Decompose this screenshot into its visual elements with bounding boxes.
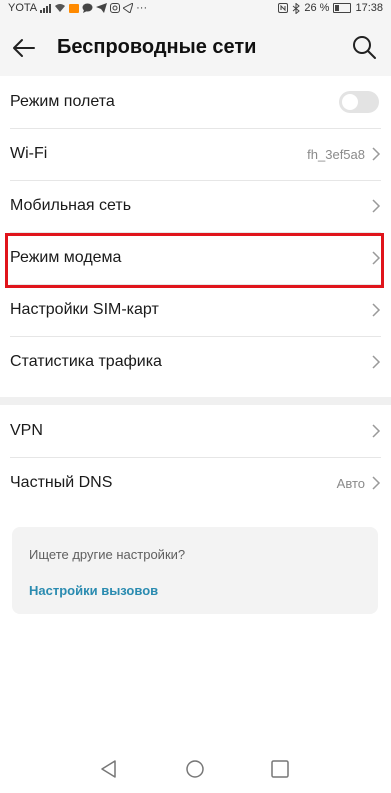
chat-icon xyxy=(82,3,93,13)
sim-settings-label: Настройки SIM-карт xyxy=(10,301,159,318)
settings-group-privacy: VPN Частный DNS Авто xyxy=(0,405,391,509)
traffic-stats-row[interactable]: Статистика трафика xyxy=(10,336,381,388)
vpn-label: VPN xyxy=(10,422,43,439)
chevron-right-icon xyxy=(372,424,381,438)
settings-group-network: Режим полета Wi-Fi fh_3ef5a8 Мобильная с… xyxy=(0,76,391,388)
more-notifications-icon: ··· xyxy=(136,2,148,14)
mobile-network-row[interactable]: Мобильная сеть xyxy=(10,180,381,232)
back-triangle-icon[interactable] xyxy=(98,758,120,780)
instagram-icon xyxy=(110,3,121,13)
mail-icon xyxy=(69,3,80,13)
sim-settings-row[interactable]: Настройки SIM-карт xyxy=(10,284,381,336)
chevron-right-icon xyxy=(372,303,381,317)
vpn-row[interactable]: VPN xyxy=(10,405,381,457)
app-header: Беспроводные сети xyxy=(0,18,391,76)
telegram-icon xyxy=(96,3,108,13)
arrow-left-icon[interactable] xyxy=(10,34,38,62)
search-icon[interactable] xyxy=(351,34,377,60)
recents-square-icon[interactable] xyxy=(269,758,291,780)
chevron-right-icon xyxy=(372,147,381,161)
page-title: Беспроводные сети xyxy=(57,36,257,58)
airplane-mode-toggle[interactable] xyxy=(339,91,379,113)
navigation-bar xyxy=(0,743,391,793)
chevron-right-icon xyxy=(372,199,381,213)
send-icon xyxy=(123,3,134,13)
bluetooth-icon xyxy=(293,2,301,14)
private-dns-row[interactable]: Частный DNS Авто xyxy=(10,457,381,509)
signal-icon xyxy=(40,3,52,13)
carrier-label: YOTA xyxy=(8,2,38,14)
nfc-icon xyxy=(278,3,289,13)
wifi-network-name: fh_3ef5a8 xyxy=(307,146,365,162)
mobile-network-label: Мобильная сеть xyxy=(10,197,132,214)
suggestion-card: Ищете другие настройки? Настройки вызово… xyxy=(12,527,378,614)
call-settings-link[interactable]: Настройки вызовов xyxy=(29,583,158,598)
battery-icon xyxy=(333,3,352,13)
chevron-right-icon xyxy=(372,355,381,369)
chevron-right-icon xyxy=(372,476,381,490)
highlight-box xyxy=(5,233,384,288)
wifi-row[interactable]: Wi-Fi fh_3ef5a8 xyxy=(10,128,381,180)
airplane-mode-row[interactable]: Режим полета xyxy=(10,76,381,128)
home-circle-icon[interactable] xyxy=(184,758,206,780)
private-dns-label: Частный DNS xyxy=(10,474,113,491)
battery-percent: 26 % xyxy=(304,2,330,14)
airplane-mode-label: Режим полета xyxy=(10,93,115,110)
section-divider xyxy=(0,397,391,405)
clock: 17:38 xyxy=(355,2,383,14)
traffic-stats-label: Статистика трафика xyxy=(10,353,162,370)
suggestion-question: Ищете другие настройки? xyxy=(29,547,186,562)
wifi-status-icon xyxy=(55,4,66,12)
wifi-label: Wi-Fi xyxy=(10,145,48,162)
private-dns-value: Авто xyxy=(336,475,365,491)
status-bar: YOTA ··· 26 % 17:38 xyxy=(0,0,391,18)
